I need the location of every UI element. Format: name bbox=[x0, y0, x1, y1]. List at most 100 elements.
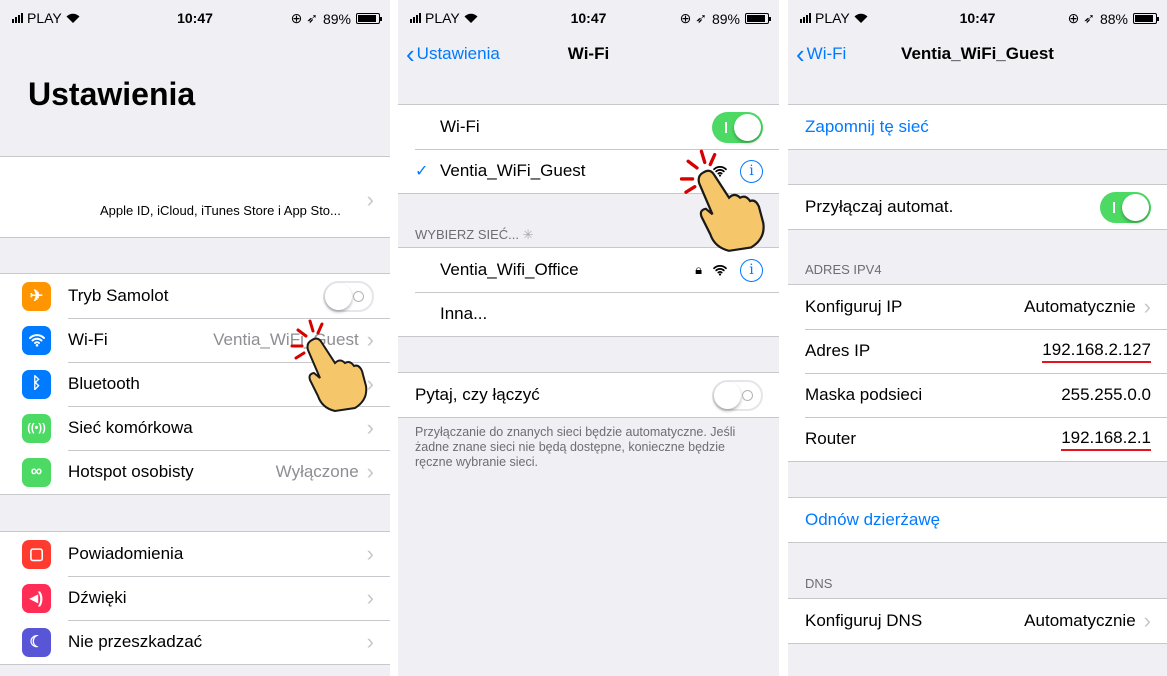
settings-screen: PLAY 10:47 ⊕ ➶ 89% Ustawienia Apple ID, i… bbox=[0, 0, 390, 676]
battery-percent: 89% bbox=[322, 10, 351, 27]
cellular-icon: ((•)) bbox=[22, 413, 51, 443]
auto-join-label: Przyłączaj automat. bbox=[805, 197, 954, 216]
ask-footer: Przyłączanie do znanych sieci będzie aut… bbox=[415, 425, 736, 469]
status-bar: PLAY 10:47 ⊕ ➶ 88% bbox=[788, 0, 1167, 34]
subnet-mask-row: Maska podsieci 255.255.0.0 bbox=[788, 373, 1167, 417]
item-label: Dźwięki bbox=[68, 588, 127, 607]
wifi-group: Wi-Fi ✓ Ventia_WiFi_Guest i bbox=[398, 104, 779, 194]
status-bar: PLAY 10:47 ⊕ ➶ 89% bbox=[398, 0, 779, 34]
apple-id-label: Apple ID, iCloud, iTunes Store i App Sto… bbox=[100, 203, 341, 218]
networks-group: Ventia_Wifi_Office 🔒︎ i Inna... bbox=[398, 247, 779, 337]
ipv4-group: Konfiguruj IP Automatycznie › Adres IP 1… bbox=[788, 284, 1167, 462]
location-icon: ⊕ ➶ bbox=[1067, 10, 1095, 26]
checkmark-icon: ✓ bbox=[415, 163, 429, 180]
hotspot-icon: ∞ bbox=[22, 457, 51, 487]
nav-bar: ‹ Wi-Fi Ventia_WiFi_Guest bbox=[788, 34, 1167, 78]
row-label: Konfiguruj IP bbox=[805, 297, 903, 316]
settings-item-hotspot[interactable]: ∞ Hotspot osobisty Wyłączone › bbox=[0, 450, 390, 494]
dns-header: DNS bbox=[805, 576, 833, 591]
nav-title: Ventia_WiFi_Guest bbox=[901, 44, 1054, 63]
sounds-icon: ◂) bbox=[22, 583, 51, 613]
lock-icon: 🔒︎ bbox=[695, 262, 702, 277]
ask-to-join-row: Pytaj, czy łączyć bbox=[398, 373, 779, 417]
chevron-right-icon: › bbox=[366, 541, 374, 566]
wifi-toggle[interactable] bbox=[712, 111, 763, 143]
network-name: Ventia_Wifi_Office bbox=[440, 260, 579, 279]
ipv4-header: ADRES IPV4 bbox=[805, 262, 882, 277]
battery-icon bbox=[745, 13, 771, 24]
chevron-right-icon: › bbox=[366, 415, 374, 440]
configure-dns-row[interactable]: Konfiguruj DNS Automatycznie › bbox=[788, 599, 1167, 643]
item-label: Nie przeszkadzać bbox=[68, 632, 203, 651]
chevron-right-icon: › bbox=[1143, 608, 1151, 633]
auto-join-toggle[interactable] bbox=[1100, 191, 1151, 223]
row-label: Adres IP bbox=[805, 341, 871, 360]
page-title: Ustawienia bbox=[28, 76, 196, 112]
row-value: Automatycznie bbox=[1024, 611, 1136, 630]
forget-network-button[interactable]: Zapomnij tę sieć bbox=[788, 105, 1167, 149]
notifications-group: ▢ Powiadomienia › ◂) Dźwięki › ☾ Nie prz… bbox=[0, 531, 390, 665]
spinner-icon: ✳ bbox=[522, 227, 534, 242]
item-label: Tryb Samolot bbox=[68, 286, 169, 305]
battery-percent: 88% bbox=[1099, 10, 1128, 27]
notifications-icon: ▢ bbox=[22, 539, 51, 569]
settings-item-dnd[interactable]: ☾ Nie przeszkadzać › bbox=[0, 620, 390, 664]
wifi-signal-icon bbox=[713, 264, 727, 276]
bluetooth-icon: ᛒ bbox=[22, 369, 51, 399]
forget-label: Zapomnij tę sieć bbox=[805, 117, 929, 136]
ip-address-row: Adres IP 192.168.2.127 bbox=[788, 329, 1167, 373]
settings-item-airplane[interactable]: ✈ Tryb Samolot bbox=[0, 274, 390, 318]
settings-item-wifi[interactable]: Wi-Fi Ventia_WiFi_Guest › bbox=[0, 318, 390, 362]
settings-item-cellular[interactable]: ((•)) Sieć komórkowa › bbox=[0, 406, 390, 450]
other-label: Inna... bbox=[440, 304, 488, 323]
nav-bar: ‹ Ustawienia Wi-Fi bbox=[398, 34, 779, 78]
choose-network-header: WYBIERZ SIEĆ... ✳ bbox=[415, 227, 534, 243]
network-detail-screen: PLAY 10:47 ⊕ ➶ 88% ‹ Wi-Fi Ventia_WiFi_Gue… bbox=[788, 0, 1167, 676]
renew-group: Odnów dzierżawę bbox=[788, 497, 1167, 543]
settings-item-notifications[interactable]: ▢ Powiadomienia › bbox=[0, 532, 390, 576]
ip-address-value: 192.168.2.127 bbox=[1042, 340, 1151, 363]
renew-label: Odnów dzierżawę bbox=[805, 510, 941, 529]
wifi-signal-icon bbox=[713, 165, 727, 177]
apple-id-row[interactable]: Apple ID, iCloud, iTunes Store i App Sto… bbox=[0, 156, 390, 238]
location-icon: ⊕ ➶ bbox=[290, 10, 318, 26]
item-label: Wi-Fi bbox=[68, 330, 108, 349]
item-label: Hotspot osobisty bbox=[68, 462, 194, 481]
chevron-right-icon: › bbox=[1143, 294, 1151, 319]
subnet-mask-value: 255.255.0.0 bbox=[1061, 385, 1151, 404]
auto-join-row: Przyłączaj automat. bbox=[788, 185, 1167, 229]
item-label: Powiadomienia bbox=[68, 544, 184, 563]
router-value: 192.168.2.1 bbox=[1061, 428, 1151, 451]
router-row: Router 192.168.2.1 bbox=[788, 417, 1167, 461]
location-icon: ⊕ ➶ bbox=[679, 10, 707, 26]
item-value: Ventia_WiFi_Guest bbox=[213, 330, 359, 349]
connected-network-row[interactable]: ✓ Ventia_WiFi_Guest i bbox=[398, 149, 779, 193]
info-icon[interactable]: i bbox=[740, 258, 763, 282]
chevron-right-icon: › bbox=[366, 459, 374, 484]
configure-ip-row[interactable]: Konfiguruj IP Automatycznie › bbox=[788, 285, 1167, 329]
connectivity-group: ✈ Tryb Samolot Wi-Fi Ventia_WiFi_Guest ›… bbox=[0, 273, 390, 495]
row-label: Router bbox=[805, 429, 857, 448]
airplane-toggle[interactable] bbox=[323, 280, 374, 312]
item-label: Sieć komórkowa bbox=[68, 418, 193, 437]
wifi-label: Wi-Fi bbox=[440, 117, 480, 136]
item-label: Bluetooth bbox=[68, 374, 140, 393]
other-network-row[interactable]: Inna... bbox=[398, 292, 779, 336]
chevron-right-icon: › bbox=[366, 327, 374, 352]
battery-percent: 89% bbox=[711, 10, 740, 27]
wifi-screen: PLAY 10:47 ⊕ ➶ 89% ‹ Ustawienia Wi-Fi Wi-F… bbox=[398, 0, 779, 676]
info-icon[interactable]: i bbox=[740, 159, 763, 183]
ask-label: Pytaj, czy łączyć bbox=[415, 385, 540, 404]
ask-group: Pytaj, czy łączyć bbox=[398, 372, 779, 418]
wifi-toggle-row: Wi-Fi bbox=[398, 105, 779, 149]
renew-lease-button[interactable]: Odnów dzierżawę bbox=[788, 498, 1167, 542]
settings-item-bluetooth[interactable]: ᛒ Bluetooth › bbox=[0, 362, 390, 406]
settings-item-sounds[interactable]: ◂) Dźwięki › bbox=[0, 576, 390, 620]
moon-icon: ☾ bbox=[22, 627, 51, 657]
row-value: Automatycznie bbox=[1024, 297, 1136, 316]
chevron-right-icon: › bbox=[366, 585, 374, 610]
network-row[interactable]: Ventia_Wifi_Office 🔒︎ i bbox=[398, 248, 779, 292]
airplane-icon: ✈ bbox=[22, 281, 51, 311]
ask-toggle[interactable] bbox=[712, 379, 763, 411]
network-name: Ventia_WiFi_Guest bbox=[440, 161, 586, 180]
